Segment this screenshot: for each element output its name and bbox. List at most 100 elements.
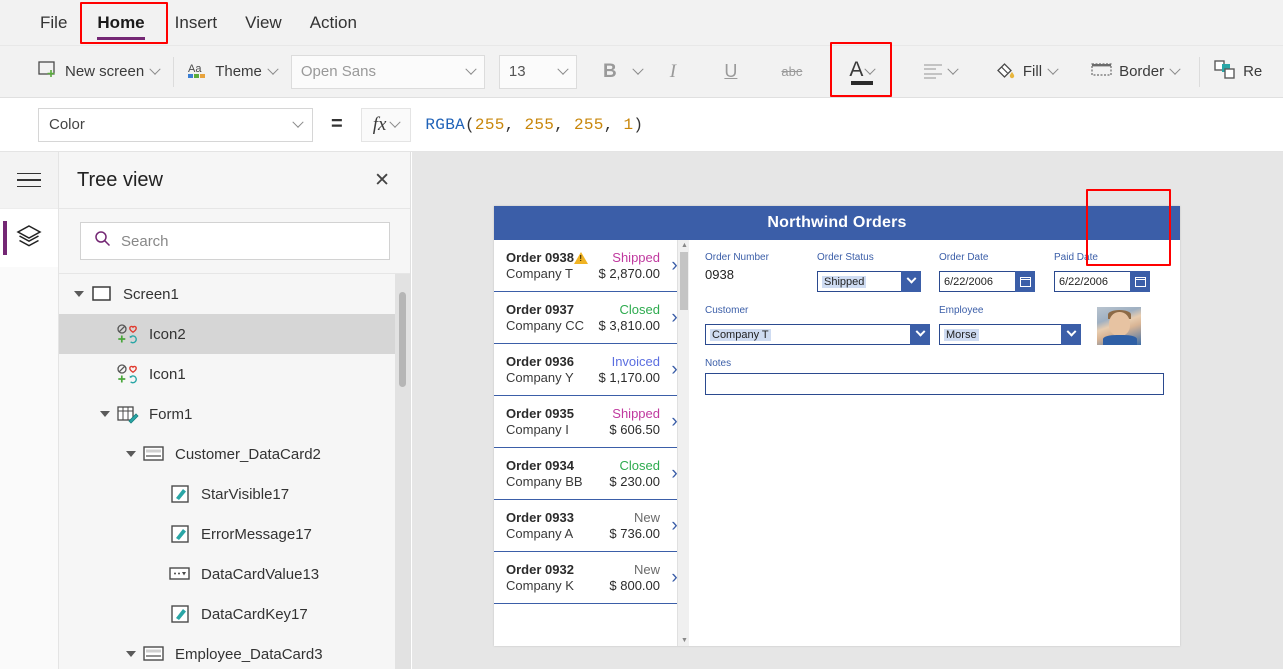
reorder-button[interactable]: Re <box>1206 52 1270 92</box>
gallery-scrollbar[interactable]: ▲ ▼ <box>677 240 689 646</box>
app-title: Northwind Orders <box>767 214 906 232</box>
font-color-button[interactable]: A <box>834 52 890 92</box>
menu-item-file[interactable]: File <box>26 0 81 46</box>
gallery-item-amount: $ 3,810.00 <box>599 318 660 333</box>
customer-dropdown[interactable]: Company T <box>705 324 930 345</box>
chevron-down-icon[interactable] <box>910 324 930 345</box>
chevron-down-icon[interactable] <box>269 63 277 80</box>
bold-button[interactable]: B <box>589 52 646 92</box>
font-color-letter: A <box>849 59 863 80</box>
gallery-item-status: Invoiced <box>599 354 660 369</box>
gallery-item[interactable]: Order 0934Company BBClosed$ 230.00› <box>494 448 689 500</box>
chevron-down-icon[interactable] <box>949 63 957 80</box>
menu-item-action[interactable]: Action <box>296 0 371 46</box>
font-family-select[interactable]: Open Sans <box>291 55 485 89</box>
search-input[interactable] <box>121 233 376 250</box>
expand-arrow-icon[interactable] <box>73 289 84 300</box>
chevron-down-icon[interactable] <box>1049 63 1057 80</box>
chevron-down-icon[interactable] <box>559 63 567 80</box>
gallery-item[interactable]: Order 0932Company KNew$ 800.00› <box>494 552 689 604</box>
tree-node-label: StarVisible17 <box>201 486 289 503</box>
gallery-item[interactable]: Order 0935Company IShipped$ 606.50› <box>494 396 689 448</box>
fill-button[interactable]: Fill <box>987 52 1065 92</box>
avatar-face <box>1109 312 1130 336</box>
gallery-item[interactable]: Order 0933Company ANew$ 736.00› <box>494 500 689 552</box>
chevron-down-icon[interactable] <box>391 116 399 134</box>
tree-node-form1[interactable]: Form1 <box>59 394 410 434</box>
theme-label: Theme <box>215 63 262 80</box>
gallery-item[interactable]: Order 0937Company CCClosed$ 3,810.00› <box>494 292 689 344</box>
font-color-icon: A <box>849 59 874 80</box>
tree-node-label: Form1 <box>149 406 192 423</box>
field-employee: Employee Morse <box>939 305 1089 345</box>
font-size-select[interactable]: 13 <box>499 55 577 89</box>
tree-scrollbar-thumb[interactable] <box>399 292 406 387</box>
app-screen-preview[interactable]: Northwind Orders Order 0938Company TShip… <box>494 206 1180 646</box>
employee-dropdown[interactable]: Morse <box>939 324 1081 345</box>
expand-arrow-icon[interactable] <box>125 449 136 460</box>
tree-node-icon1[interactable]: Icon1 <box>59 354 410 394</box>
notes-input[interactable] <box>705 373 1164 395</box>
tree-node-customer_datacard2[interactable]: Customer_DataCard2 <box>59 434 410 474</box>
gallery-scrollbar-thumb[interactable] <box>680 252 688 310</box>
search-box[interactable] <box>80 222 390 260</box>
calendar-icon[interactable] <box>1015 271 1035 292</box>
gallery-item[interactable]: Order 0938Company TShipped$ 2,870.00› <box>494 240 689 292</box>
order-status-dropdown[interactable]: Shipped <box>817 271 921 292</box>
align-button[interactable] <box>916 52 965 92</box>
tree-node-starvisible17[interactable]: StarVisible17 <box>59 474 410 514</box>
gallery-item-left: Order 0932Company K <box>506 562 609 593</box>
left-rail <box>0 152 59 669</box>
menu-item-home[interactable]: Home <box>85 3 156 43</box>
chevron-down-icon[interactable] <box>901 271 921 292</box>
underline-button[interactable]: U <box>714 55 748 89</box>
layers-icon <box>15 223 43 254</box>
chevron-down-icon[interactable] <box>467 63 475 80</box>
chevron-down-icon[interactable] <box>634 63 642 80</box>
tree-node-employee_datacard3[interactable]: Employee_DataCard3 <box>59 634 410 669</box>
tree-node-icon2[interactable]: Icon2 <box>59 314 410 354</box>
order-date-label: Order Date <box>939 252 1054 263</box>
gallery-item-company: Company T <box>506 266 599 281</box>
tree-node-screen1[interactable]: Screen1 <box>59 274 410 314</box>
menu-item-view[interactable]: View <box>231 0 296 46</box>
close-icon[interactable]: ✕ <box>374 171 390 190</box>
italic-button[interactable]: I <box>656 55 690 89</box>
tree-node-errormessage17[interactable]: ErrorMessage17 <box>59 514 410 554</box>
tree-node-datacardvalue13[interactable]: DataCardValue13 <box>59 554 410 594</box>
menu-item-home-wrapper[interactable]: Home <box>85 0 156 46</box>
expand-arrow-icon[interactable] <box>125 649 136 660</box>
scroll-up-icon[interactable]: ▲ <box>681 242 688 249</box>
property-select[interactable]: Color <box>38 108 313 142</box>
app-canvas[interactable]: Northwind Orders Order 0938Company TShip… <box>412 152 1283 669</box>
chevron-down-icon[interactable] <box>151 63 159 80</box>
expand-arrow-icon[interactable] <box>99 409 110 420</box>
theme-button[interactable]: Aa Theme <box>180 52 285 92</box>
gallery-item-right: Shipped$ 606.50 <box>609 406 660 437</box>
gallery-item[interactable]: Order 0936Company YInvoiced$ 1,170.00› <box>494 344 689 396</box>
chevron-down-icon[interactable] <box>294 116 302 133</box>
app-header-bar: Northwind Orders <box>494 206 1180 240</box>
strikethrough-button[interactable]: abc <box>772 55 812 89</box>
scroll-down-icon[interactable]: ▼ <box>681 637 688 644</box>
notes-label: Notes <box>705 358 1164 369</box>
chevron-down-icon[interactable] <box>1061 324 1081 345</box>
menu-item-insert[interactable]: Insert <box>161 0 232 46</box>
tree-node-label: DataCardValue13 <box>201 566 319 583</box>
customer-label: Customer <box>705 305 939 316</box>
order-detail-form[interactable]: Order Number 0938 Order Status Shipped O… <box>689 240 1180 646</box>
field-paid-date: Paid Date 6/22/2006 <box>1054 252 1164 292</box>
new-screen-button[interactable]: New screen <box>30 52 167 92</box>
fx-button[interactable]: fx <box>361 108 412 142</box>
chevron-down-icon[interactable] <box>1171 63 1179 80</box>
orders-gallery[interactable]: Order 0938Company TShipped$ 2,870.00›Ord… <box>494 240 689 646</box>
border-button[interactable]: Border <box>1083 52 1187 92</box>
chevron-down-icon[interactable] <box>866 59 874 80</box>
rail-tab-treeview[interactable] <box>0 209 58 267</box>
tree-node-datacardkey17[interactable]: DataCardKey17 <box>59 594 410 634</box>
formula-input[interactable]: RGBA(255, 255, 255, 1) <box>425 116 643 134</box>
calendar-icon[interactable] <box>1130 271 1150 292</box>
hamburger-menu-button[interactable] <box>0 152 58 209</box>
order-date-input[interactable]: 6/22/2006 <box>939 271 1035 292</box>
paid-date-input[interactable]: 6/22/2006 <box>1054 271 1150 292</box>
